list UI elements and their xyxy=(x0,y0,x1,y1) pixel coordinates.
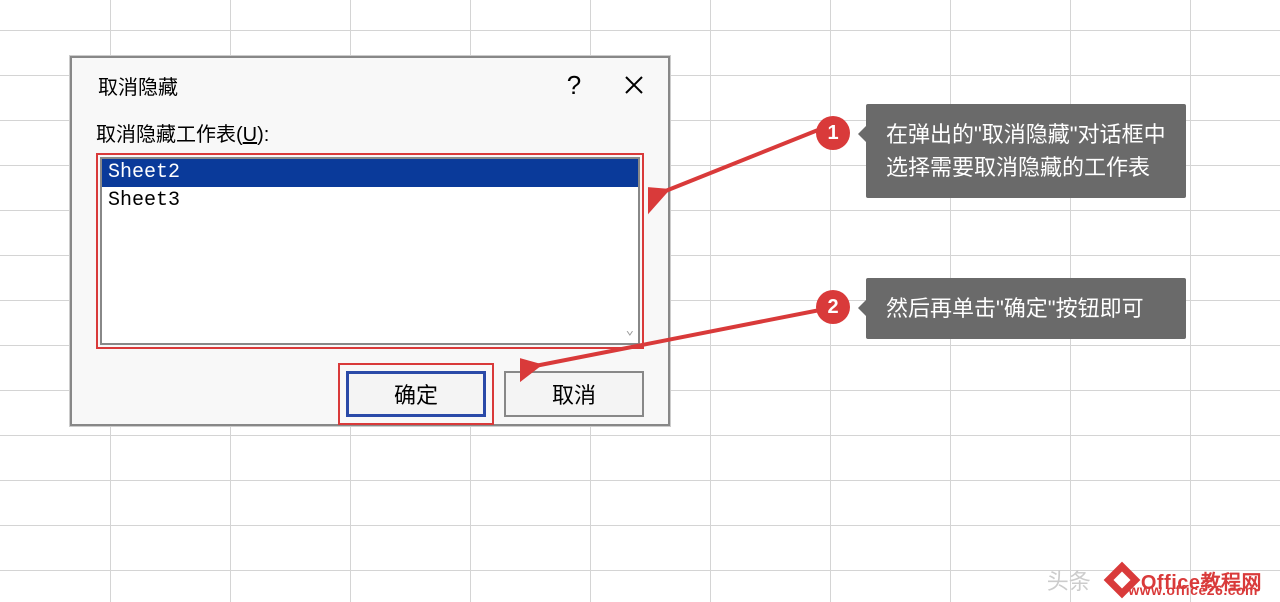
label-prefix: 取消隐藏工作表( xyxy=(96,124,243,146)
step-badge-1: 1 xyxy=(816,116,850,150)
callout-text: 在弹出的"取消隐藏"对话框中选择需要取消隐藏的工作表 xyxy=(886,122,1166,180)
close-button[interactable] xyxy=(604,64,664,106)
dialog-body: 取消隐藏工作表(U): Sheet2 Sheet3 ⌄ xyxy=(72,112,668,349)
step-badge-2: 2 xyxy=(816,290,850,324)
callout-text: 然后再单击"确定"按钮即可 xyxy=(886,296,1144,321)
ok-button[interactable]: 确定 xyxy=(346,371,486,417)
watermark: 头条 Office教程网 www.office26.com xyxy=(1047,564,1262,596)
unhide-dialog: 取消隐藏 ? 取消隐藏工作表(U): Sheet2 Sheet3 ⌄ 确定 取消 xyxy=(70,56,670,426)
callout-step-1: 1 在弹出的"取消隐藏"对话框中选择需要取消隐藏的工作表 xyxy=(866,104,1186,198)
dialog-titlebar: 取消隐藏 ? xyxy=(72,58,668,112)
label-accelerator: U xyxy=(243,124,257,146)
sheet-listbox[interactable]: Sheet2 Sheet3 ⌄ xyxy=(100,157,640,345)
watermark-faded: 头条 xyxy=(1047,564,1091,596)
dialog-button-row: 确定 取消 xyxy=(72,349,668,417)
label-suffix: ): xyxy=(257,124,269,146)
list-item[interactable]: Sheet3 xyxy=(102,187,638,215)
close-icon xyxy=(624,75,644,95)
watermark-url: www.office26.com xyxy=(1128,582,1258,598)
scroll-chevron-icon: ⌄ xyxy=(626,322,634,339)
list-item[interactable]: Sheet2 xyxy=(102,159,638,187)
cancel-button[interactable]: 取消 xyxy=(504,371,644,417)
help-button[interactable]: ? xyxy=(544,64,604,106)
callout-step-2: 2 然后再单击"确定"按钮即可 xyxy=(866,278,1186,339)
dialog-title: 取消隐藏 xyxy=(98,71,544,100)
listbox-label: 取消隐藏工作表(U): xyxy=(96,118,644,147)
listbox-highlight: Sheet2 Sheet3 ⌄ xyxy=(96,153,644,349)
